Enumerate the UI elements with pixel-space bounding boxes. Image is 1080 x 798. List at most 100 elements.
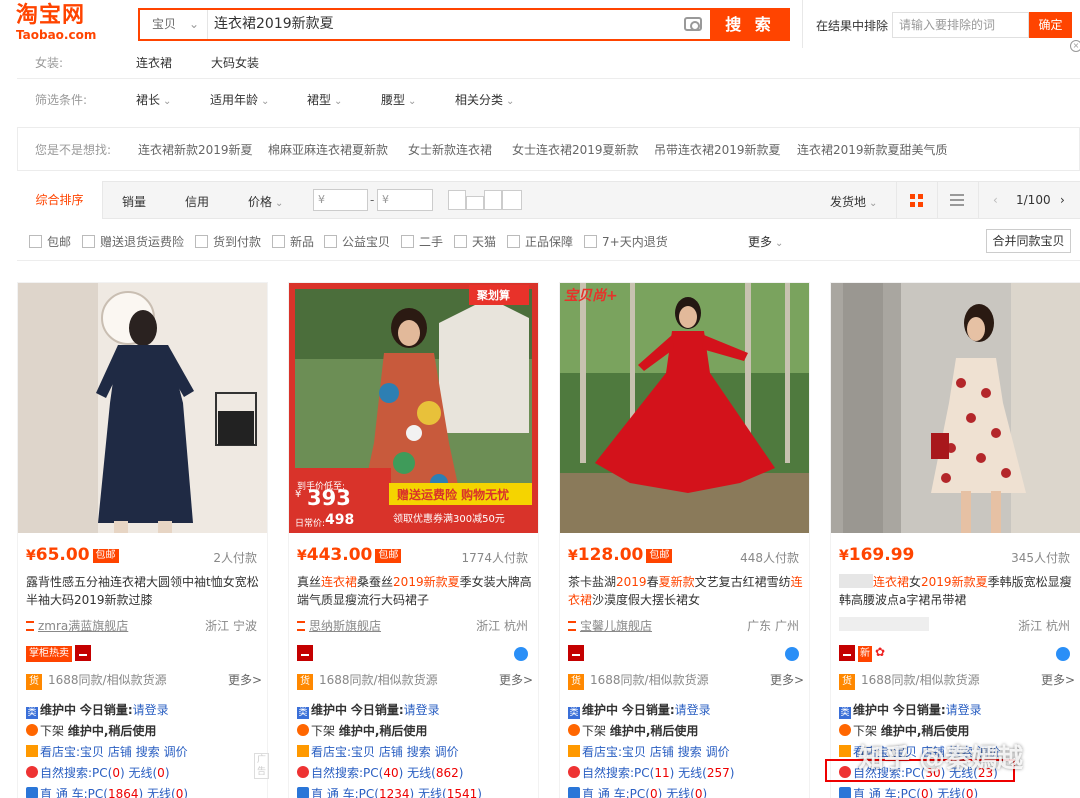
product-title[interactable]: 茶卡盐湖2019春夏新款文艺复古红裙雪纺连衣裙沙漠度假大摆长裙女	[568, 573, 804, 609]
filter-item-plus-size[interactable]: 大码女装	[211, 54, 259, 71]
filter-item-dress[interactable]: 连衣裙	[136, 54, 172, 71]
filter-dropdown-waist[interactable]: 腰型 ⌄	[381, 91, 416, 108]
price-max-input[interactable]: ¥	[377, 189, 433, 211]
product-image[interactable]: 宝贝尚+	[560, 283, 809, 533]
tool-link[interactable]: 搜索	[678, 745, 702, 759]
shop-link[interactable]: zmra满蓝旗舰店	[26, 617, 128, 634]
source-link[interactable]: 1688同款/相似款货源	[861, 673, 980, 687]
title-highlight: 夏新款	[658, 575, 695, 589]
product-title[interactable]: 连衣裙女2019新款夏季韩版宽松显瘦韩高腰波点a字裙吊带裙	[839, 573, 1075, 609]
shop-link[interactable]: 思纳斯旗舰店	[297, 617, 381, 634]
stat-value: 0	[157, 766, 165, 780]
login-link[interactable]: 请登录	[404, 703, 440, 717]
sort-tab-label: 价格	[248, 195, 273, 209]
login-link[interactable]: 请登录	[675, 703, 711, 717]
login-link[interactable]: 请登录	[946, 703, 982, 717]
more-link[interactable]: 更多>	[1041, 671, 1075, 688]
checkbox-7day-return[interactable]: 7+天内退货	[584, 233, 668, 250]
source-link[interactable]: 1688同款/相似款货源	[319, 673, 438, 687]
suggest-link[interactable]: 女士新款连衣裙	[408, 141, 492, 158]
view-toggle[interactable]	[484, 190, 502, 210]
close-icon[interactable]: ×	[1070, 40, 1080, 52]
product-card[interactable]: 聚划算 到手价低至: ¥ 393 日常价: 498 赠送运费险 购物无忧 领取优…	[288, 282, 539, 798]
tool-link[interactable]: 调价	[706, 745, 730, 759]
checkbox-free-shipping[interactable]: 包邮	[29, 233, 71, 250]
search-category-select[interactable]: 宝贝 ⌄	[140, 10, 208, 39]
wangwang-chat-icon[interactable]	[1056, 647, 1070, 661]
product-price: ¥65.00 包邮	[26, 545, 119, 565]
sort-tab-price[interactable]: 价格 ⌄	[248, 193, 283, 210]
suggest-link[interactable]: 棉麻亚麻连衣裙夏新款	[268, 141, 388, 158]
tool-link[interactable]: 调价	[435, 745, 459, 759]
tool-link[interactable]: 看店宝:宝贝	[311, 745, 375, 759]
shop-tool-icon	[26, 745, 38, 757]
view-toggle[interactable]	[466, 196, 484, 210]
more-link[interactable]: 更多>	[499, 671, 533, 688]
camera-icon[interactable]	[684, 17, 702, 31]
ship-from-dropdown[interactable]: 发货地 ⌄	[830, 193, 877, 210]
wangwang-chat-icon[interactable]	[785, 647, 799, 661]
filter-dropdown-skirt-type[interactable]: 裙型 ⌄	[307, 91, 342, 108]
sort-tab-sales[interactable]: 销量	[122, 193, 146, 210]
tool-link[interactable]: 看店宝:宝贝	[40, 745, 104, 759]
natural-search-row: 自然搜索:PC(40) 无线(862)	[297, 764, 463, 781]
suggest-link[interactable]: 女士连衣裙2019夏新款	[512, 141, 639, 158]
source-link[interactable]: 1688同款/相似款货源	[48, 673, 167, 687]
merge-same-button[interactable]: 合并同款宝贝	[986, 229, 1071, 253]
product-title[interactable]: 真丝连衣裙桑蚕丝2019新款夏季女装大牌高端气质显瘦流行大码裙子	[297, 573, 533, 609]
view-toggle[interactable]	[502, 190, 522, 210]
sort-tab-credit[interactable]: 信用	[185, 193, 209, 210]
wangwang-chat-icon[interactable]	[514, 647, 528, 661]
sort-tab-default[interactable]: 综合排序	[17, 181, 103, 219]
next-page-icon[interactable]: ›	[1060, 193, 1065, 207]
tool-link[interactable]: 搜索	[136, 745, 160, 759]
goods-source-icon: 货	[568, 674, 584, 690]
tool-link[interactable]: 店铺	[108, 745, 132, 759]
tool-link[interactable]: 看店宝:宝贝	[582, 745, 646, 759]
product-image[interactable]	[18, 283, 267, 533]
exclude-input[interactable]: 请输入要排除的词	[892, 12, 1029, 38]
prev-page-icon[interactable]: ‹	[993, 193, 998, 207]
more-link[interactable]: 更多>	[770, 671, 804, 688]
search-input[interactable]: 连衣裙2019新款夏	[214, 10, 334, 39]
view-toggle[interactable]	[448, 190, 466, 210]
product-card[interactable]: ¥65.00 包邮 2人付款 露背性感五分袖连衣裙大圆领中袖t恤女宽松半袖大码20…	[17, 282, 270, 798]
checkbox-cod[interactable]: 货到付款	[195, 233, 261, 250]
exclude-confirm-button[interactable]: 确定	[1029, 12, 1072, 38]
search-button[interactable]: 搜 索	[710, 8, 790, 41]
stat-label: 直 通 车:PC(	[853, 787, 921, 798]
list-view-icon[interactable]	[950, 194, 964, 206]
filter-dropdown-category[interactable]: 相关分类 ⌄	[455, 91, 514, 108]
tool-link[interactable]: 店铺	[379, 745, 403, 759]
taobao-logo[interactable]: 淘宝网 Taobao.com	[16, 4, 116, 44]
filter-dropdown-length[interactable]: 裙长 ⌄	[136, 91, 171, 108]
checkbox-genuine[interactable]: 正品保障	[507, 233, 573, 250]
checkbox-charity[interactable]: 公益宝贝	[324, 233, 390, 250]
suggest-link[interactable]: 连衣裙2019新款夏甜美气质	[797, 141, 948, 158]
checkbox-return-insurance[interactable]: 赠送退货运费险	[82, 233, 184, 250]
suggest-link[interactable]: 吊带连衣裙2019新款夏	[654, 141, 781, 158]
login-link[interactable]: 请登录	[133, 703, 169, 717]
clock-icon	[297, 724, 309, 736]
tool-link[interactable]: 调价	[164, 745, 188, 759]
more-filters-dropdown[interactable]: 更多 ⌄	[748, 233, 783, 250]
grid-view-icon[interactable]	[910, 194, 924, 208]
tool-link[interactable]: 店铺	[650, 745, 674, 759]
tool-link[interactable]: 搜索	[407, 745, 431, 759]
filter-dropdown-age[interactable]: 适用年龄 ⌄	[210, 91, 269, 108]
product-title[interactable]: 露背性感五分袖连衣裙大圆领中袖t恤女宽松半袖大码2019新款过膝	[26, 573, 262, 609]
shop-link[interactable]	[839, 617, 929, 632]
product-image[interactable]: 聚划算 到手价低至: ¥ 393 日常价: 498 赠送运费险 购物无忧 领取优…	[289, 283, 538, 533]
product-card[interactable]: ¥169.99 345人付款 连衣裙女2019新款夏季韩版宽松显瘦韩高腰波点a字…	[830, 282, 1080, 798]
shop-name: 思纳斯旗舰店	[309, 619, 382, 633]
product-image[interactable]	[831, 283, 1080, 533]
suggest-link[interactable]: 连衣裙新款2019新夏	[138, 141, 253, 158]
checkbox-secondhand[interactable]: 二手	[401, 233, 443, 250]
checkbox-tmall[interactable]: 天猫	[454, 233, 496, 250]
product-card[interactable]: 宝贝尚+ ¥128.00 包邮 448人付款 茶卡盐湖2019春夏新款文艺复古红裙…	[559, 282, 810, 798]
checkbox-new[interactable]: 新品	[272, 233, 314, 250]
source-link[interactable]: 1688同款/相似款货源	[590, 673, 709, 687]
shop-link[interactable]: 宝馨儿旗舰店	[568, 617, 652, 634]
price-min-input[interactable]: ¥	[313, 189, 368, 211]
more-link[interactable]: 更多>	[228, 671, 262, 688]
